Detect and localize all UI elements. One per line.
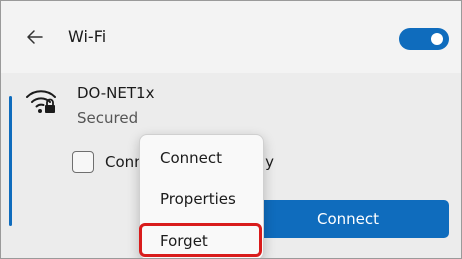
arrow-left-icon[interactable] (25, 27, 45, 47)
page-title: Wi-Fi (68, 27, 107, 46)
wifi-secured-icon (26, 90, 56, 113)
connect-button[interactable]: Connect (247, 200, 449, 238)
wifi-header: Wi-Fi (1, 1, 461, 73)
wifi-toggle[interactable] (399, 28, 449, 50)
menu-item-forget[interactable]: Forget (160, 232, 208, 250)
toggle-knob (431, 33, 443, 45)
network-name: DO-NET1x (77, 84, 155, 102)
context-menu: Connect Properties Forget (139, 134, 264, 258)
network-status: Secured (77, 109, 139, 127)
menu-item-connect[interactable]: Connect (160, 149, 222, 167)
menu-item-properties[interactable]: Properties (160, 190, 236, 208)
auto-connect-checkbox[interactable] (72, 151, 94, 173)
selection-indicator (9, 96, 12, 226)
wifi-panel: Wi-Fi DO-NET1x Secured Connect automatic… (0, 0, 462, 259)
